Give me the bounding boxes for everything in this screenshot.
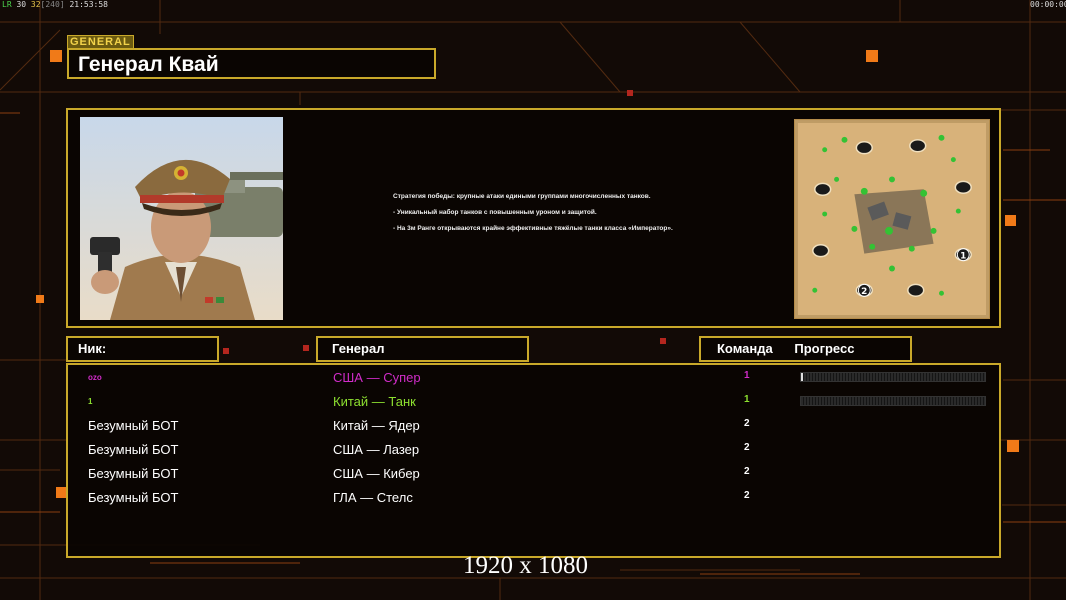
general-name: Генерал Квай xyxy=(78,53,219,76)
column-header-label: Генерал xyxy=(332,341,385,356)
player-general[interactable]: Китай — Ядер xyxy=(333,418,420,433)
column-header-team-progress: Команда Прогресс xyxy=(699,336,912,362)
hud-status-part: 32 xyxy=(30,0,41,9)
player-row[interactable]: ozo США — Супер 1 xyxy=(68,367,1003,387)
deco-square xyxy=(223,348,229,354)
player-progress-fill xyxy=(801,373,803,381)
player-team[interactable]: 2 xyxy=(744,490,750,501)
column-header-label: Ник: xyxy=(78,341,107,356)
player-progress-bar xyxy=(800,396,986,406)
deco-square xyxy=(1005,215,1016,226)
deco-square xyxy=(36,295,44,303)
deco-square xyxy=(1007,440,1019,452)
player-nick: 1 xyxy=(88,397,93,406)
player-progress-bar xyxy=(800,372,986,382)
description-line: - Уникальный набор танков с повышенным у… xyxy=(393,209,597,216)
player-team[interactable]: 1 xyxy=(744,370,750,381)
map-preview[interactable]: 1 2 xyxy=(794,119,990,319)
player-general[interactable]: Китай — Танк xyxy=(333,394,416,409)
players-list: ozo США — Супер 1 1 Китай — Танк 1 Безумный БО… xyxy=(66,363,1001,558)
player-nick: ozo xyxy=(88,373,102,382)
player-nick: Безумный БОТ xyxy=(88,442,179,457)
general-tag: GENERAL xyxy=(67,35,134,49)
map-start-label: 1 xyxy=(960,252,966,262)
player-general[interactable]: США — Кибер xyxy=(333,466,420,481)
deco-square xyxy=(866,50,878,62)
player-nick: Безумный БОТ xyxy=(88,490,179,505)
deco-square xyxy=(627,90,633,96)
general-description: Стратегия победы: крупные атаки едиными … xyxy=(393,193,693,241)
player-team[interactable]: 1 xyxy=(744,394,750,405)
player-team[interactable]: 2 xyxy=(744,442,750,453)
player-row[interactable]: 1 Китай — Танк 1 xyxy=(68,391,1003,411)
hud-status: LR 30 32[240] 21:53:58 xyxy=(2,0,108,9)
description-line: - На 3м Ранге открываются крайне эффекти… xyxy=(393,225,673,232)
column-header-label: Команда xyxy=(717,341,773,356)
player-team[interactable]: 2 xyxy=(744,466,750,477)
resolution-label: 1920 x 1080 xyxy=(463,552,588,579)
player-team[interactable]: 2 xyxy=(744,418,750,429)
player-general[interactable]: ГЛА — Стелс xyxy=(333,490,413,505)
player-nick: Безумный БОТ xyxy=(88,418,179,433)
hud-timer: 00:00:00 xyxy=(1030,0,1066,9)
player-nick: Безумный БОТ xyxy=(88,466,179,481)
hud-status-part: [240] xyxy=(40,0,65,9)
description-line: Стратегия победы: крупные атаки едиными … xyxy=(393,193,651,200)
column-header-label: Прогресс xyxy=(794,341,855,356)
deco-square xyxy=(50,50,62,62)
player-row[interactable]: Безумный БОТ США — Кибер 2 xyxy=(68,463,1003,483)
hud-status-part: LR xyxy=(2,0,12,9)
deco-square xyxy=(660,338,666,344)
player-row[interactable]: Безумный БОТ ГЛА — Стелс 2 xyxy=(68,487,1003,507)
hud-status-part: 21:53:58 xyxy=(64,0,108,9)
column-header-general: Генерал xyxy=(316,336,529,362)
general-title-box: Генерал Квай xyxy=(67,48,436,79)
hud-status-part: 30 xyxy=(11,0,31,9)
map-start-label: 2 xyxy=(861,287,867,297)
player-general[interactable]: США — Супер xyxy=(333,370,421,385)
player-row[interactable]: Безумный БОТ Китай — Ядер 2 xyxy=(68,415,1003,435)
deco-square xyxy=(303,345,309,351)
player-general[interactable]: США — Лазер xyxy=(333,442,419,457)
player-row[interactable]: Безумный БОТ США — Лазер 2 xyxy=(68,439,1003,459)
column-header-nick: Ник: xyxy=(66,336,219,362)
general-portrait xyxy=(80,117,283,320)
